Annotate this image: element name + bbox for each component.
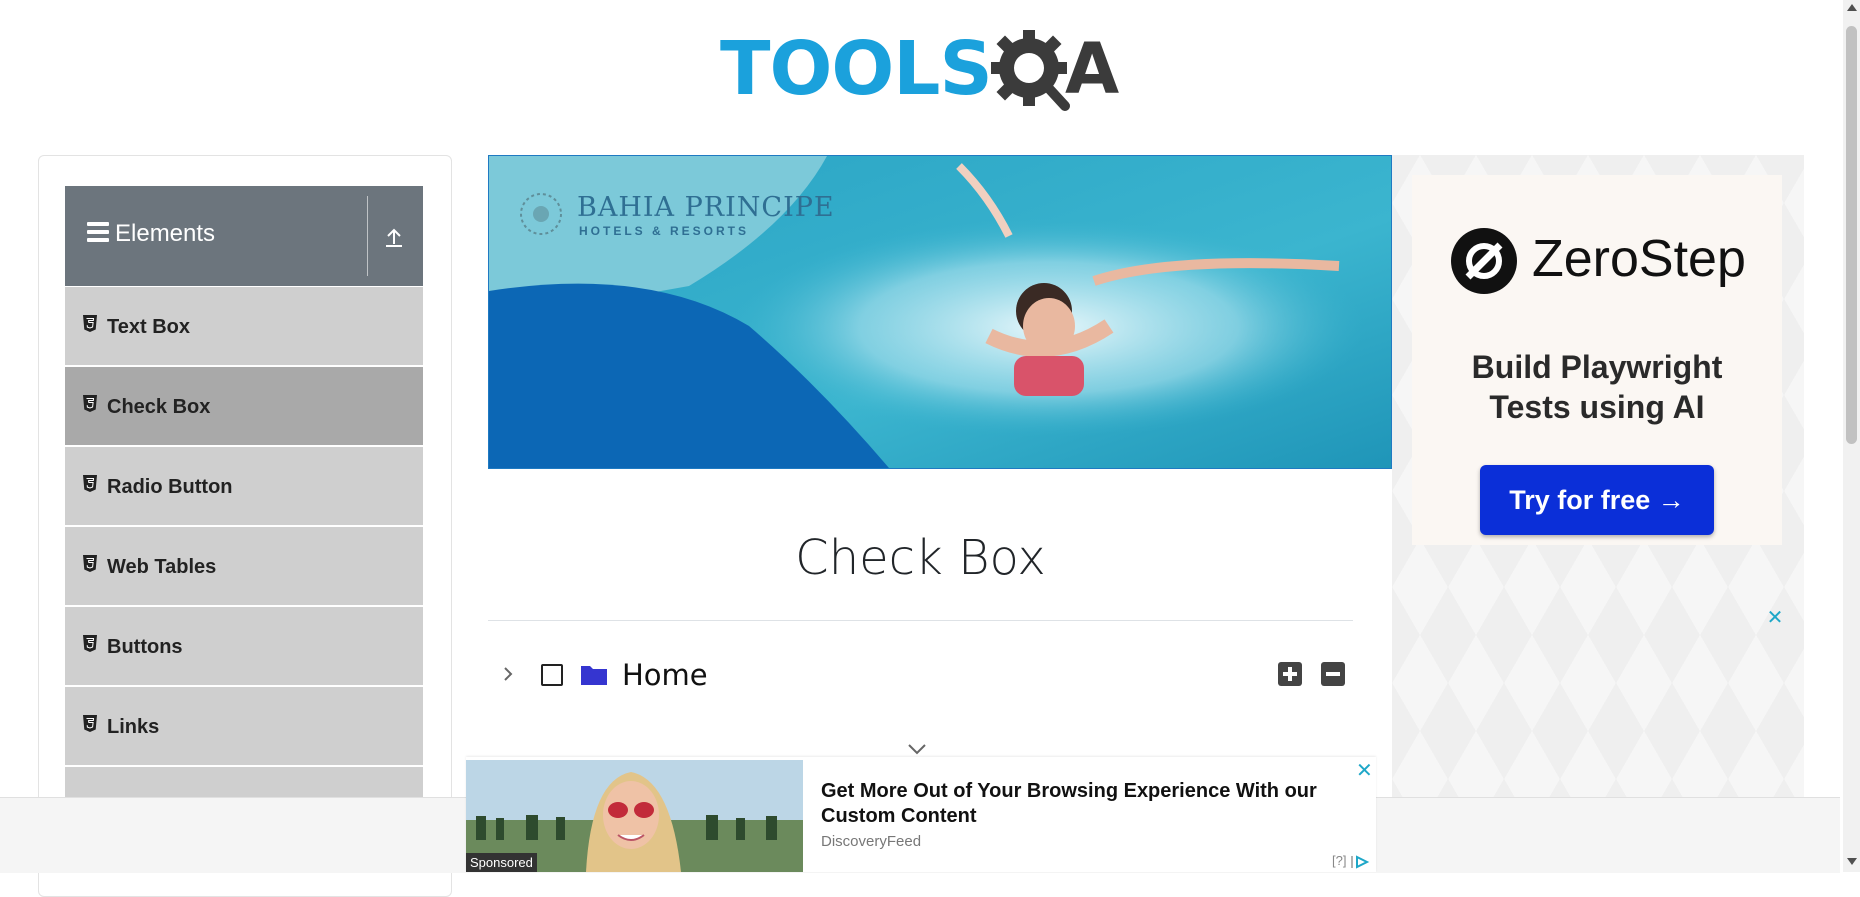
chevron-down-icon[interactable] <box>906 742 928 756</box>
scroll-down-arrow-icon[interactable] <box>1847 858 1857 865</box>
group-title: Elements <box>115 220 216 247</box>
header-divider <box>367 196 368 276</box>
banner-subtitle: HOTELS & RESORTS <box>579 224 750 238</box>
sponsored-label: Sponsored <box>466 853 537 872</box>
sidebar-item-text-box[interactable]: Text Box <box>65 287 423 367</box>
elements-group-header[interactable]: Elements <box>65 186 423 286</box>
html5-icon <box>83 555 97 572</box>
vertical-scrollbar[interactable] <box>1843 0 1860 872</box>
html5-icon <box>83 635 97 652</box>
collapse-up-icon[interactable] <box>379 222 409 252</box>
logo-text-a: A <box>1065 28 1119 110</box>
bottom-sponsored-ad[interactable]: Sponsored Get More Out of Your Browsing … <box>466 757 1376 872</box>
scroll-thumb[interactable] <box>1846 26 1857 444</box>
scroll-up-arrow-icon[interactable] <box>1847 4 1857 11</box>
title-divider <box>488 620 1353 621</box>
zerostep-brand: ZeroStep <box>1532 230 1746 288</box>
chevron-right-icon[interactable] <box>498 662 518 686</box>
banner-brand: BAHIA PRINCIPE <box>577 192 835 223</box>
close-icon[interactable]: ✕ <box>1766 608 1784 628</box>
zerostep-tagline: Build Playwright Tests using AI <box>1412 347 1782 427</box>
html5-icon <box>83 395 97 412</box>
sidebar-item-label: Radio Button <box>107 476 233 498</box>
ad-headline[interactable]: Get More Out of Your Browsing Experience… <box>821 779 1341 829</box>
sidebar-item-label: Web Tables <box>107 556 217 578</box>
zerostep-ad-card[interactable]: ZeroStep Build Playwright Tests using AI… <box>1412 175 1782 545</box>
elements-menu: Text Box Check Box Radio Button Web Tabl… <box>65 287 423 847</box>
sidebar-item-label: Buttons <box>107 636 183 658</box>
tree-node-home: Home <box>498 650 1358 700</box>
tree-node-label[interactable]: Home <box>622 658 708 692</box>
try-for-free-button[interactable]: Try for free → <box>1480 465 1714 535</box>
collapse-all-button[interactable] <box>1321 662 1345 686</box>
expand-all-button[interactable] <box>1278 662 1302 686</box>
ad-choices-icon[interactable]: [?] <box>1332 853 1370 869</box>
sidebar-item-label: Check Box <box>107 396 211 418</box>
sidebar-item-label: Text Box <box>107 316 190 338</box>
close-icon[interactable]: ✕ <box>1356 761 1373 781</box>
banner-ad[interactable]: BAHIA PRINCIPE HOTELS & RESORTS <box>488 155 1392 469</box>
tagline-line-2: Tests using AI <box>1489 389 1705 425</box>
right-sidebar-ad: ZeroStep Build Playwright Tests using AI… <box>1392 155 1804 872</box>
logo-text-tools: TOOLS <box>720 26 993 112</box>
html5-icon <box>83 715 97 732</box>
sidebar-item-radio-button[interactable]: Radio Button <box>65 447 423 527</box>
page-title: Check Box <box>795 530 1046 586</box>
zerostep-logo-icon <box>1451 228 1517 294</box>
sidebar-item-buttons[interactable]: Buttons <box>65 607 423 687</box>
ad-choices-label: [?] <box>1332 853 1347 868</box>
left-panel: Elements Text Box Check Box Radio Button… <box>38 155 452 897</box>
html5-icon <box>83 475 97 492</box>
sidebar-item-links[interactable]: Links <box>65 687 423 767</box>
tagline-line-1: Build Playwright <box>1471 349 1723 385</box>
sidebar-item-label: Links <box>107 716 160 738</box>
adchoices-triangle-icon <box>1351 854 1370 869</box>
ad-thumbnail: Sponsored <box>466 760 803 872</box>
hamburger-icon <box>87 222 109 242</box>
sidebar-item-check-box[interactable]: Check Box <box>65 367 423 447</box>
sidebar-item-web-tables[interactable]: Web Tables <box>65 527 423 607</box>
ad-source: DiscoveryFeed <box>821 833 922 850</box>
html5-icon <box>83 315 97 332</box>
home-checkbox[interactable] <box>541 664 563 686</box>
folder-icon <box>581 666 607 685</box>
toolsqa-logo[interactable]: TOOLS A <box>720 18 1125 118</box>
